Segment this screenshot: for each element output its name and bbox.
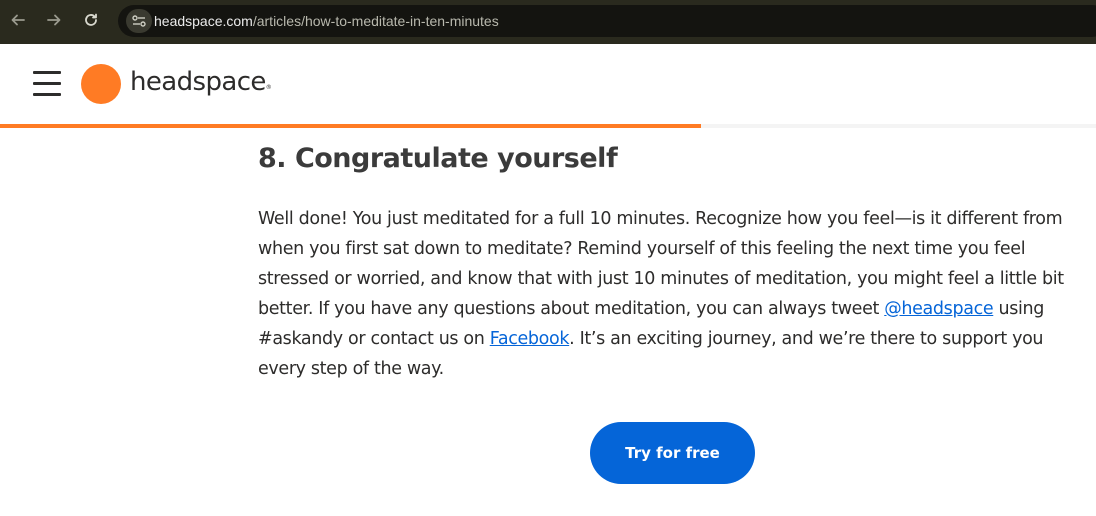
- reload-icon[interactable]: [79, 8, 103, 32]
- back-arrow-icon[interactable]: [6, 8, 30, 32]
- facebook-link[interactable]: Facebook: [490, 329, 570, 349]
- url-path: /articles/how-to-meditate-in-ten-minutes: [252, 13, 499, 29]
- registered-mark: ®: [265, 84, 272, 91]
- site-header: headspace ®: [0, 44, 1096, 124]
- section-heading: 8. Congratulate yourself: [258, 143, 618, 174]
- logo-text: headspace ®: [130, 62, 272, 102]
- article-section: 8. Congratulate yourself Well done! You …: [258, 140, 1066, 384]
- site-info-icon[interactable]: [126, 9, 152, 33]
- address-bar[interactable]: headspace.com/articles/how-to-meditate-i…: [118, 5, 1096, 37]
- reading-progress-bar: [0, 124, 1096, 128]
- headspace-logo[interactable]: headspace ®: [81, 62, 272, 104]
- forward-arrow-icon[interactable]: [42, 8, 66, 32]
- section-body: Well done! You just meditated for a full…: [258, 209, 1064, 379]
- hamburger-menu-icon[interactable]: [33, 71, 61, 96]
- try-for-free-button[interactable]: Try for free: [590, 422, 755, 484]
- twitter-handle-link[interactable]: @headspace: [884, 299, 993, 319]
- browser-toolbar: headspace.com/articles/how-to-meditate-i…: [0, 0, 1096, 44]
- url-text[interactable]: headspace.com/articles/how-to-meditate-i…: [154, 12, 499, 30]
- logo-dot-icon: [81, 64, 121, 104]
- reading-progress-fill: [0, 124, 702, 128]
- url-host: headspace.com: [154, 13, 253, 29]
